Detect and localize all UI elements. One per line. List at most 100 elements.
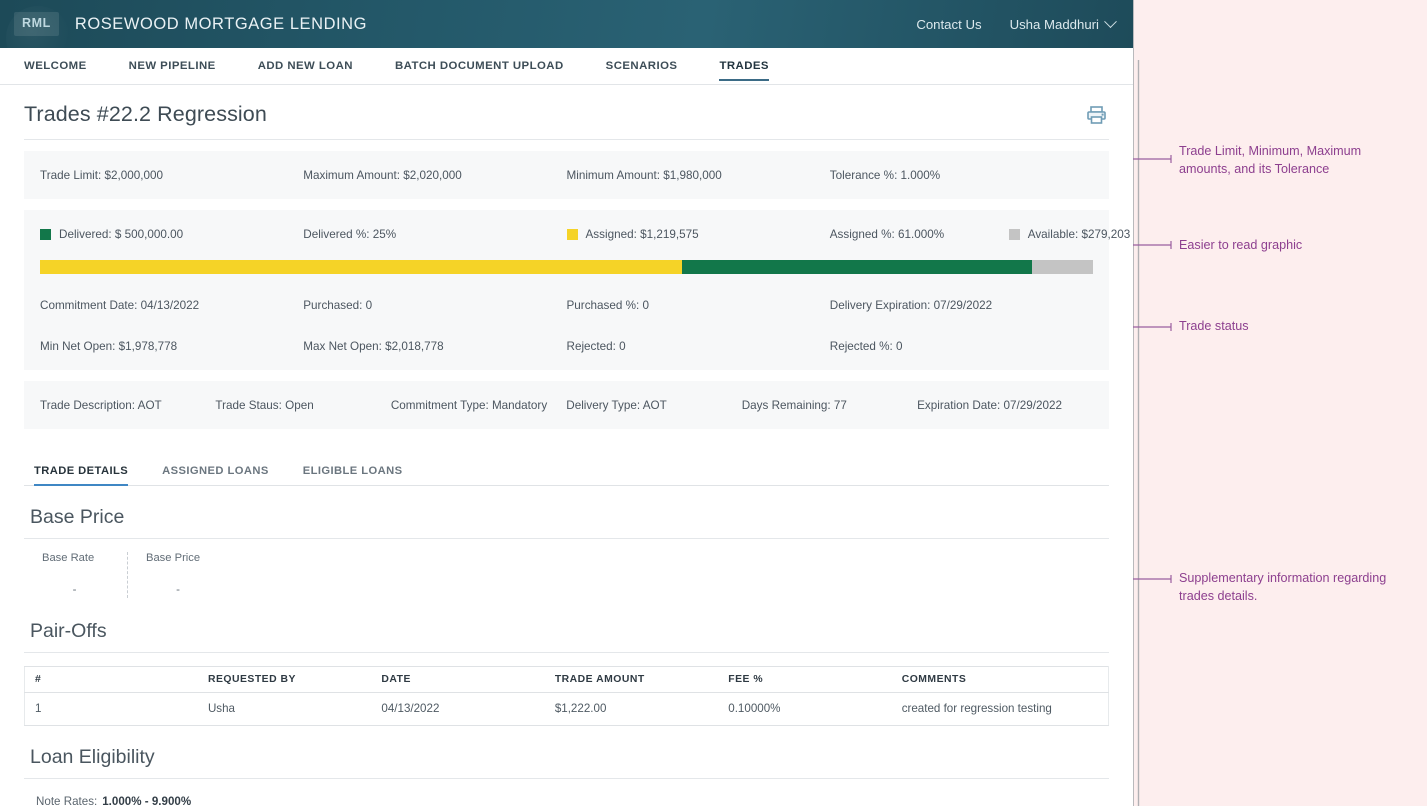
annotation-supplementary: Supplementary information regarding trad… bbox=[1179, 571, 1387, 603]
contact-us-link[interactable]: Contact Us bbox=[916, 17, 981, 32]
note-rates-value: 1.000% - 9.900% bbox=[102, 795, 192, 806]
base-price-column: Base Price - bbox=[127, 552, 230, 598]
nav-item-welcome[interactable]: WELCOME bbox=[24, 48, 87, 84]
purchased-percent-value: Purchased %: 0 bbox=[566, 298, 650, 312]
column-header-comments[interactable]: COMMENTS bbox=[891, 666, 1109, 693]
main-navigation: WELCOME NEW PIPELINE ADD NEW LOAN BATCH … bbox=[0, 48, 1133, 85]
legend-delivered-percent: Delivered %: 25% bbox=[303, 227, 397, 241]
note-rates-label: Note Rates: bbox=[36, 795, 98, 806]
print-button[interactable] bbox=[1083, 103, 1109, 127]
progress-bar-container bbox=[24, 260, 1109, 274]
loan-eligibility-body: Note Rates:1.000% - 9.900% Loan Programs… bbox=[24, 779, 1109, 806]
commitment-type-value: Commitment Type: Mandatory bbox=[390, 398, 548, 412]
column-header-number[interactable]: # bbox=[23, 666, 198, 693]
delivery-progress-panel: Delivered: $ 500,000.00 Delivered %: 25%… bbox=[24, 210, 1130, 370]
base-rate-column: Base Rate - bbox=[42, 552, 127, 598]
trade-status-row: Trade Description: AOT Trade Staus: Open… bbox=[24, 392, 1109, 418]
base-price-header: Base Price bbox=[146, 552, 201, 564]
cell-requested-by: Usha bbox=[197, 692, 372, 726]
chevron-down-icon bbox=[1104, 14, 1117, 28]
annotation-trade-status: Trade status bbox=[1179, 319, 1249, 333]
base-price-value: - bbox=[176, 584, 180, 596]
annotation-graphic: Easier to read graphic bbox=[1179, 238, 1303, 252]
application-window: RML ROSEWOOD MORTGAGE LENDING Contact Us… bbox=[0, 0, 1133, 806]
printer-icon bbox=[1086, 105, 1106, 124]
maximum-amount-value: Maximum Amount: $2,020,000 bbox=[303, 168, 462, 182]
base-price-table: Base Rate - Base Price - bbox=[24, 552, 1109, 598]
table-row[interactable]: 1 Usha 04/13/2022 $1,222.00 0.10000% cre… bbox=[23, 692, 1109, 726]
nav-item-new-pipeline[interactable]: NEW PIPELINE bbox=[129, 48, 216, 84]
annotation-trade-limits: Trade Limit, Minimum, Maximum amounts, a… bbox=[1179, 144, 1362, 176]
cell-fee-percent: 0.10000% bbox=[718, 692, 892, 726]
nav-item-add-new-loan[interactable]: ADD NEW LOAN bbox=[258, 48, 353, 84]
max-net-open-value: Max Net Open: $2,018,778 bbox=[303, 339, 444, 353]
delivery-type-value: Delivery Type: AOT bbox=[566, 398, 667, 412]
min-net-open-value: Min Net Open: $1,978,778 bbox=[40, 339, 178, 353]
progress-meta-row-2: Min Net Open: $1,978,778 Max Net Open: $… bbox=[24, 333, 1109, 359]
delivery-expiration-value: Delivery Expiration: 07/29/2022 bbox=[829, 298, 993, 312]
progress-segment-available bbox=[1031, 260, 1093, 274]
available-swatch-icon bbox=[1008, 228, 1020, 240]
rejected-value: Rejected: 0 bbox=[566, 339, 626, 353]
user-name-label: Usha Maddhuri bbox=[1009, 16, 1099, 32]
commitment-date-value: Commitment Date: 04/13/2022 bbox=[40, 298, 200, 312]
expiration-date-value: Expiration Date: 07/29/2022 bbox=[917, 398, 1063, 412]
tab-trade-details[interactable]: TRADE DETAILS bbox=[34, 456, 129, 486]
base-rate-header: Base Rate bbox=[42, 552, 95, 564]
nav-item-scenarios[interactable]: SCENARIOS bbox=[606, 48, 678, 84]
pair-offs-table: # REQUESTED BY DATE TRADE AMOUNT FEE % C… bbox=[23, 666, 1109, 726]
legend-assigned-percent: Assigned %: 61.000% bbox=[830, 228, 1009, 241]
cell-number: 1 bbox=[23, 692, 198, 726]
column-header-date[interactable]: DATE bbox=[371, 666, 545, 693]
delivery-progress-bar bbox=[40, 260, 1093, 274]
trade-status-panel: Trade Description: AOT Trade Staus: Open… bbox=[24, 381, 1109, 429]
delivered-swatch-icon bbox=[40, 228, 51, 240]
minimum-amount-value: Minimum Amount: $1,980,000 bbox=[566, 168, 722, 182]
legend-delivered: Delivered: $ 500,000.00 bbox=[40, 228, 303, 241]
page-header: Trades #22.2 Regression bbox=[24, 85, 1109, 140]
column-header-requested-by[interactable]: REQUESTED BY bbox=[197, 666, 372, 693]
cell-comments: created for regression testing bbox=[891, 692, 1109, 726]
column-header-trade-amount[interactable]: TRADE AMOUNT bbox=[544, 666, 719, 693]
nav-item-trades[interactable]: TRADES bbox=[719, 48, 769, 84]
legend-assigned-label: Assigned: $1,219,575 bbox=[585, 227, 699, 241]
assigned-swatch-icon bbox=[566, 228, 578, 240]
rml-logo[interactable]: RML bbox=[14, 12, 59, 36]
table-header-row: # REQUESTED BY DATE TRADE AMOUNT FEE % C… bbox=[23, 666, 1109, 693]
progress-segment-delivered bbox=[682, 260, 1032, 274]
brand-title: ROSEWOOD MORTGAGE LENDING bbox=[74, 14, 368, 33]
trade-limits-panel: Trade Limit: $2,000,000 Maximum Amount: … bbox=[24, 151, 1109, 199]
progress-meta-row-1: Commitment Date: 04/13/2022 Purchased: 0… bbox=[24, 292, 1109, 318]
top-brand-bar: RML ROSEWOOD MORTGAGE LENDING Contact Us… bbox=[0, 0, 1133, 70]
tab-eligible-loans[interactable]: ELIGIBLE LOANS bbox=[303, 456, 403, 485]
top-bar-actions: Contact Us Usha Maddhuri bbox=[916, 14, 1117, 32]
page-body: Trades #22.2 Regression Trade Limit: $2,… bbox=[0, 85, 1133, 806]
purchased-value: Purchased: 0 bbox=[303, 298, 373, 312]
annotation-brackets bbox=[1133, 0, 1172, 806]
loan-eligibility-heading: Loan Eligibility bbox=[24, 726, 1109, 779]
legend-available: Available: $279,203 bbox=[1008, 228, 1130, 241]
annotation-layer: Trade Limit, Minimum, Maximum amounts, a… bbox=[1133, 0, 1427, 806]
legend-available-label: Available: $279,203 bbox=[1027, 227, 1131, 241]
cell-trade-amount: $1,222.00 bbox=[544, 692, 719, 726]
detail-tabs: TRADE DETAILS ASSIGNED LOANS ELIGIBLE LO… bbox=[24, 456, 1109, 486]
progress-segment-assigned bbox=[40, 260, 683, 274]
screenshot-root: RML ROSEWOOD MORTGAGE LENDING Contact Us… bbox=[0, 0, 1427, 806]
user-menu[interactable]: Usha Maddhuri bbox=[1009, 14, 1117, 32]
tolerance-percent-value: Tolerance %: 1.000% bbox=[829, 168, 941, 182]
progress-legend-row: Delivered: $ 500,000.00 Delivered %: 25%… bbox=[24, 221, 1130, 247]
legend-delivered-label: Delivered: $ 500,000.00 bbox=[59, 227, 184, 241]
tab-assigned-loans[interactable]: ASSIGNED LOANS bbox=[162, 456, 269, 485]
nav-item-batch-document-upload[interactable]: BATCH DOCUMENT UPLOAD bbox=[395, 48, 564, 84]
trade-limits-row: Trade Limit: $2,000,000 Maximum Amount: … bbox=[24, 162, 1109, 188]
trade-description-value: Trade Description: AOT bbox=[40, 398, 162, 412]
base-rate-value: - bbox=[72, 584, 77, 596]
legend-assigned: Assigned: $1,219,575 bbox=[566, 227, 830, 241]
trade-limit-value: Trade Limit: $2,000,000 bbox=[40, 168, 164, 182]
note-rates-line: Note Rates: 1.000% - 9.900% bbox=[36, 795, 1109, 806]
pair-offs-heading: Pair-Offs bbox=[24, 598, 1109, 653]
rejected-percent-value: Rejected %: 0 bbox=[829, 339, 903, 353]
page-title: Trades #22.2 Regression bbox=[24, 102, 267, 126]
column-header-fee-percent[interactable]: FEE % bbox=[718, 666, 892, 693]
cell-date: 04/13/2022 bbox=[371, 692, 545, 726]
